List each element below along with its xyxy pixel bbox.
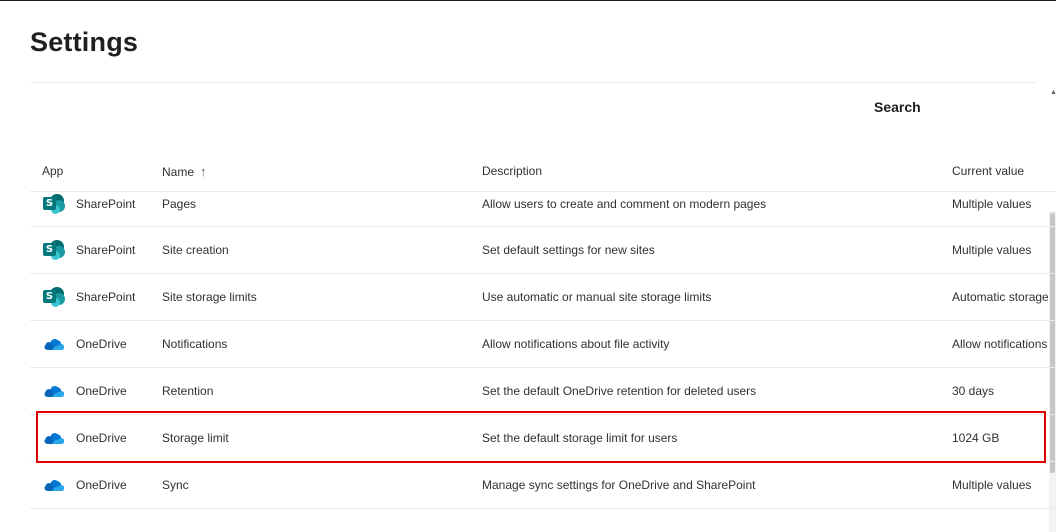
- setting-description: Manage sync settings for OneDrive and Sh…: [482, 478, 756, 492]
- scroll-up-arrow-icon[interactable]: ▲: [1050, 89, 1056, 96]
- setting-description: Set the default OneDrive retention for d…: [482, 384, 757, 398]
- setting-description: Allow notifications about file activity: [482, 337, 670, 351]
- table-row[interactable]: S SharePoint Site storage limits Use aut…: [30, 274, 1056, 321]
- app-icon-cell: S: [42, 227, 66, 273]
- app-name: OneDrive: [76, 478, 127, 492]
- settings-page: Settings Search ▲ App Name↑ Description …: [0, 0, 1056, 532]
- app-icon-cell: S: [42, 182, 66, 226]
- sort-ascending-icon: ↑: [200, 164, 207, 179]
- setting-name[interactable]: Sync: [162, 462, 189, 508]
- app-icon-cell: S: [42, 274, 66, 320]
- title-divider: [30, 82, 1036, 83]
- setting-name[interactable]: Notifications: [162, 321, 227, 367]
- onedrive-icon: [44, 386, 65, 397]
- highlight-box: [36, 411, 1046, 463]
- app-name: SharePoint: [76, 243, 136, 257]
- onedrive-icon: [44, 480, 65, 491]
- setting-current-value: Multiple values: [952, 478, 1032, 492]
- table-row[interactable]: S SharePoint Pages Allow users to create…: [30, 182, 1056, 227]
- sharepoint-icon: S: [43, 287, 65, 307]
- setting-name[interactable]: Site creation: [162, 227, 229, 273]
- setting-description: Allow users to create and comment on mod…: [482, 197, 767, 211]
- column-header-app[interactable]: App: [42, 164, 63, 178]
- search-box[interactable]: Search: [874, 95, 921, 119]
- table-row[interactable]: S SharePoint Site creation Set default s…: [30, 227, 1056, 274]
- column-header-name-label: Name: [162, 165, 195, 179]
- setting-description: Set default settings for new sites: [482, 243, 655, 257]
- app-icon-cell: [42, 462, 66, 508]
- app-name: OneDrive: [76, 384, 127, 398]
- column-header-current-value[interactable]: Current value: [952, 164, 1024, 178]
- onedrive-icon: [44, 339, 65, 350]
- setting-current-value: Multiple values: [952, 243, 1032, 257]
- setting-current-value: Multiple values: [952, 197, 1032, 211]
- app-name: SharePoint: [76, 290, 136, 304]
- app-icon-cell: [42, 321, 66, 367]
- sharepoint-icon: S: [43, 240, 65, 260]
- setting-name[interactable]: Site storage limits: [162, 274, 257, 320]
- setting-current-value: Automatic storage: [952, 290, 1049, 304]
- page-title: Settings: [30, 27, 139, 57]
- sharepoint-icon: S: [43, 194, 65, 214]
- search-label[interactable]: Search: [874, 99, 921, 115]
- app-name: OneDrive: [76, 337, 127, 351]
- table-row[interactable]: OneDrive Notifications Allow notificatio…: [30, 321, 1056, 368]
- table-row[interactable]: OneDrive Sync Manage sync settings for O…: [30, 462, 1056, 509]
- column-header-description[interactable]: Description: [482, 164, 542, 178]
- app-name: SharePoint: [76, 197, 136, 211]
- setting-current-value: 30 days: [952, 384, 995, 398]
- setting-name[interactable]: Retention: [162, 368, 213, 414]
- column-header-name[interactable]: Name ↑: [162, 164, 207, 179]
- table-row[interactable]: OneDrive Retention Set the default OneDr…: [30, 368, 1056, 415]
- setting-name[interactable]: Pages: [162, 182, 196, 226]
- setting-description: Use automatic or manual site storage lim…: [482, 290, 712, 304]
- app-icon-cell: [42, 368, 66, 414]
- setting-current-value: Allow notifications: [952, 337, 1048, 351]
